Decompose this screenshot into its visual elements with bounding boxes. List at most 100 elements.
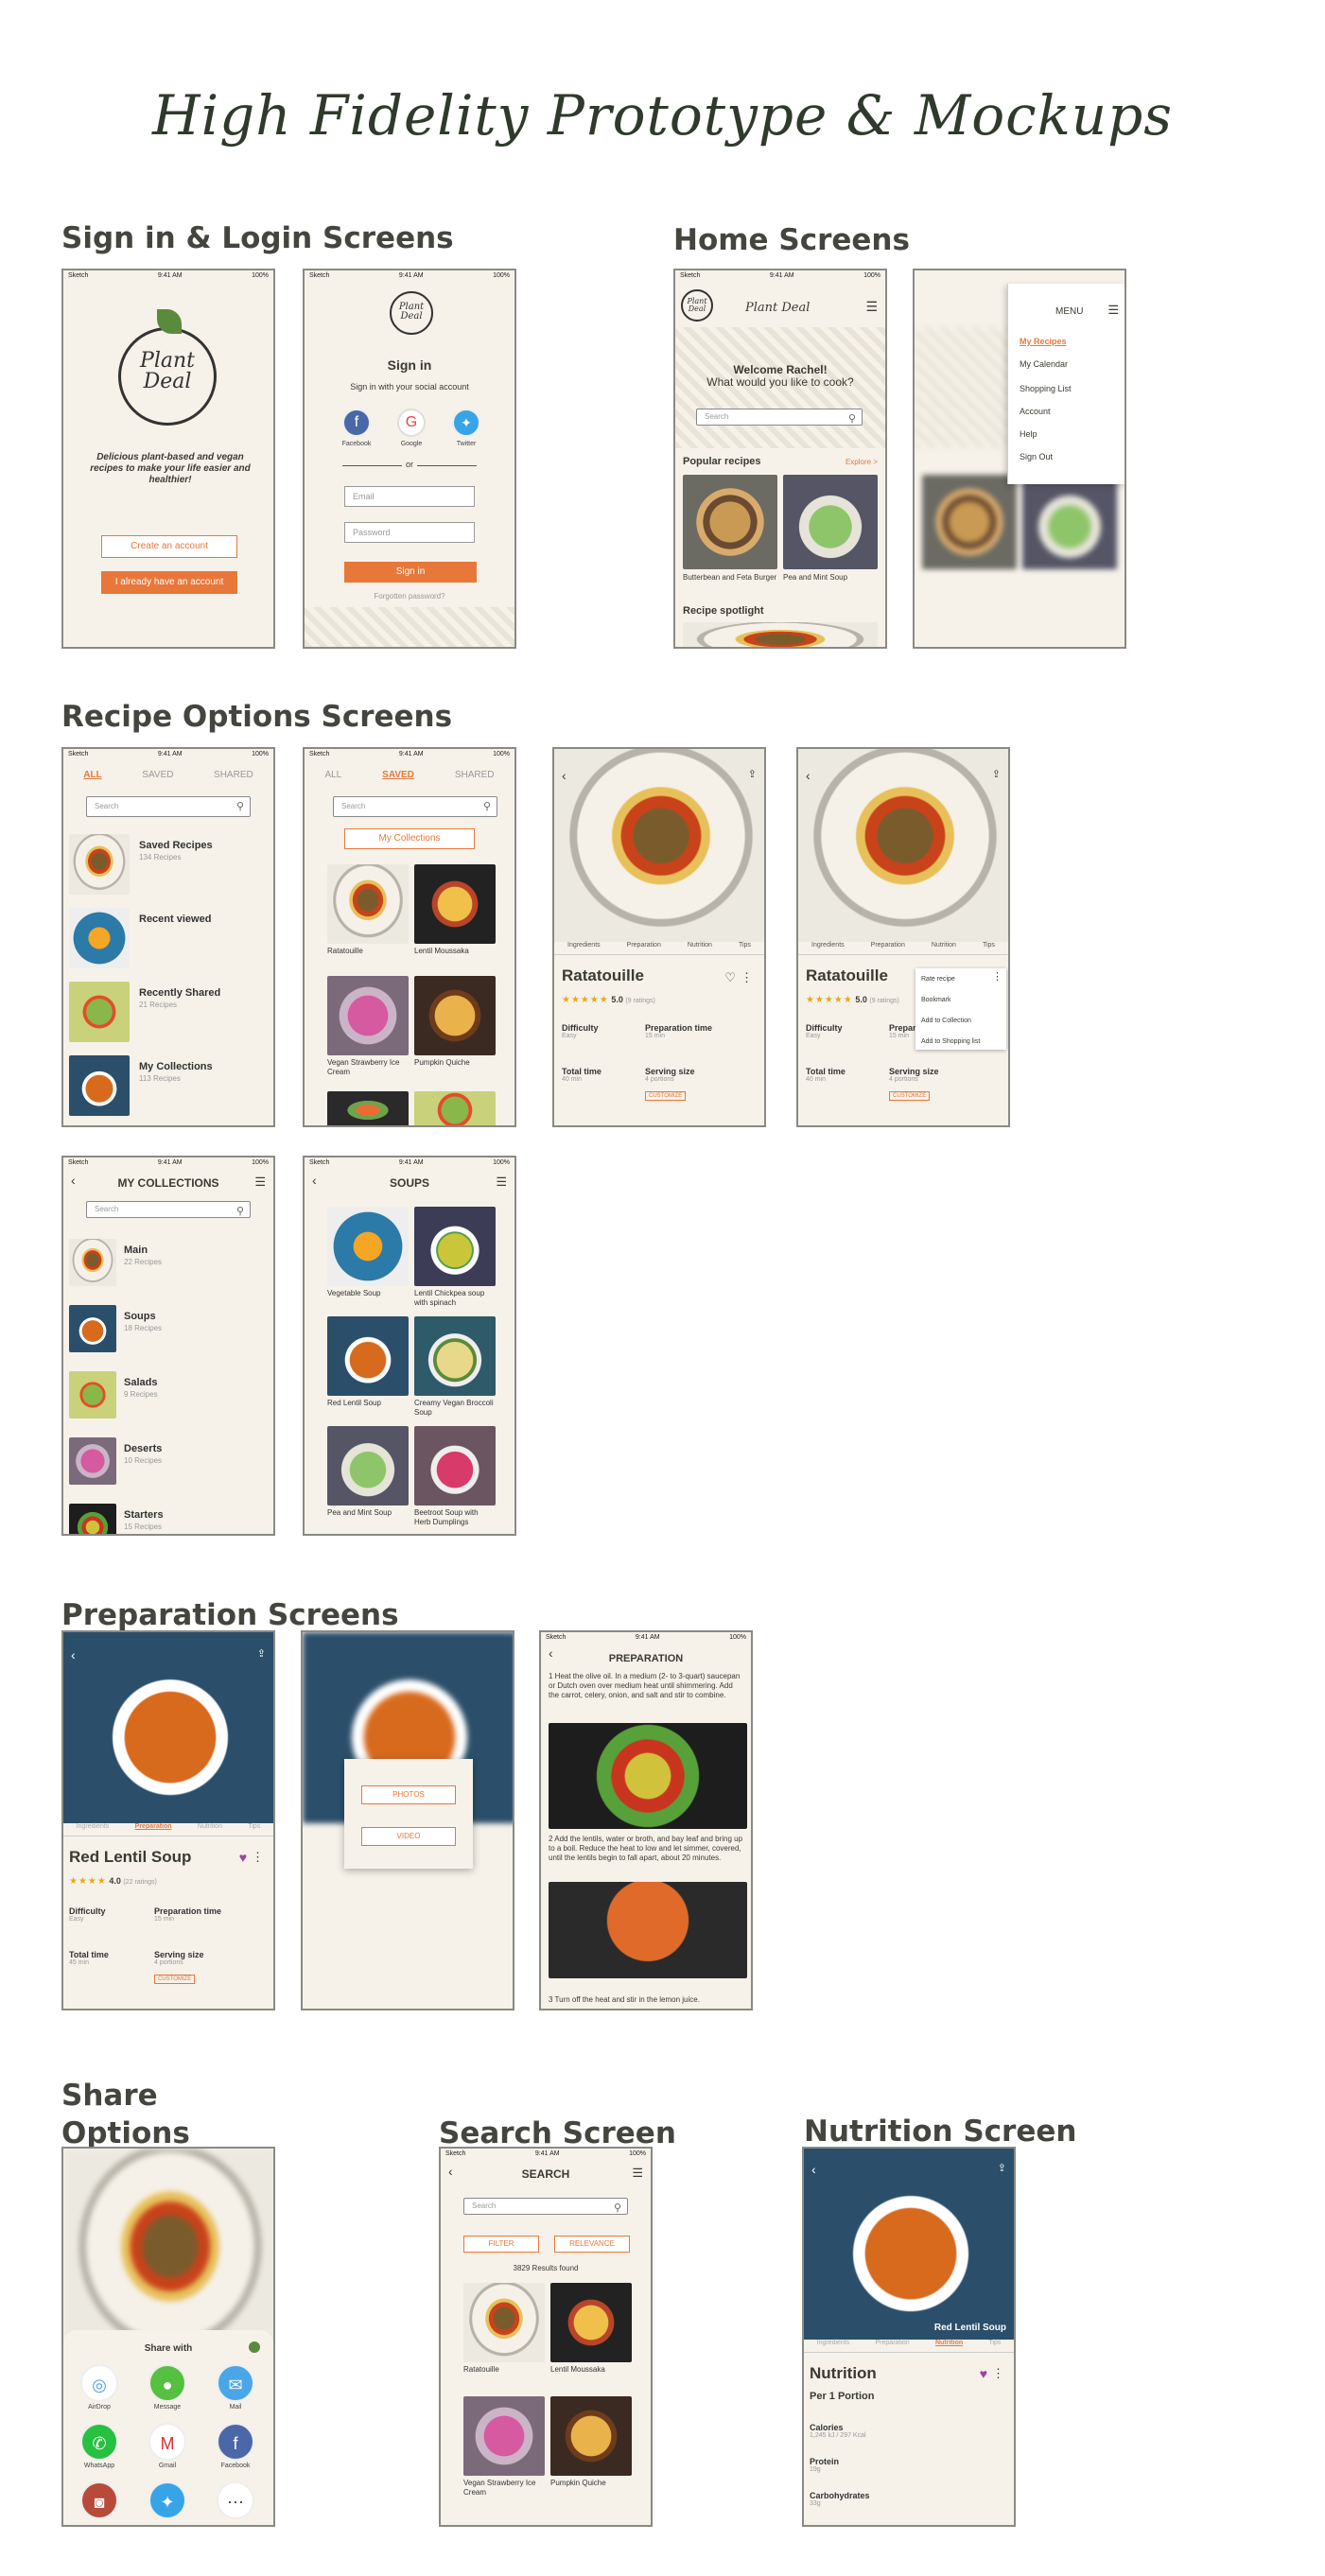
recipe-card[interactable]: Lentil Chickpea soup with spinach bbox=[414, 1207, 496, 1308]
tab-nutrition[interactable]: Nutrition bbox=[198, 1823, 222, 1836]
recipe-card[interactable]: Pea and Mint Soup bbox=[327, 1426, 409, 1518]
recipe-card[interactable]: Red Lentil Soup bbox=[327, 1316, 409, 1408]
more-icon[interactable]: ⋮ bbox=[741, 970, 753, 985]
customize-button[interactable]: CUSTOMIZE bbox=[889, 1091, 931, 1101]
menu-item-account[interactable]: Account bbox=[1020, 407, 1051, 416]
back-icon[interactable]: ‹ bbox=[806, 768, 811, 783]
hamburger-icon[interactable]: ☰ bbox=[254, 1175, 266, 1190]
list-item[interactable]: My Collections 113 Recipes bbox=[69, 1055, 268, 1120]
back-icon[interactable]: ‹ bbox=[71, 1647, 76, 1662]
back-icon[interactable]: ‹ bbox=[562, 768, 567, 783]
back-icon[interactable]: ‹ bbox=[811, 2162, 816, 2177]
tab-all[interactable]: ALL bbox=[83, 770, 101, 780]
tab-tips[interactable]: Tips bbox=[988, 2340, 1001, 2352]
recipe-image[interactable] bbox=[327, 1091, 409, 1125]
list-item[interactable]: Recent viewed bbox=[69, 908, 268, 972]
tab-tips[interactable]: Tips bbox=[248, 1823, 260, 1836]
list-item[interactable]: Recently Shared 21 Recipes bbox=[69, 982, 268, 1046]
customize-button[interactable]: CUSTOMIZE bbox=[645, 1091, 687, 1101]
more-icon[interactable]: ⋮ bbox=[992, 970, 1002, 983]
my-collections-button[interactable]: My Collections bbox=[344, 828, 475, 849]
tab-shared[interactable]: SHARED bbox=[455, 770, 495, 780]
menu-item-shopping[interactable]: Shopping List bbox=[1020, 384, 1072, 393]
share-icon[interactable]: ⇪ bbox=[748, 768, 757, 780]
tab-preparation[interactable]: Preparation bbox=[876, 2340, 910, 2352]
hamburger-icon[interactable]: ☰ bbox=[1107, 303, 1119, 318]
password-field[interactable]: Password bbox=[344, 522, 475, 543]
tab-nutrition[interactable]: Nutrition bbox=[935, 2340, 963, 2352]
menu-add-collection[interactable]: Add to Collection bbox=[921, 1018, 971, 1024]
gmail-icon[interactable]: M bbox=[148, 2423, 186, 2461]
forgot-link[interactable]: Forgotten password? bbox=[305, 592, 514, 600]
search-input[interactable]: Search bbox=[86, 796, 251, 817]
google-icon[interactable]: G bbox=[397, 409, 426, 437]
share-icon[interactable]: ⇪ bbox=[257, 1647, 266, 1660]
hamburger-icon[interactable]: ☰ bbox=[496, 1175, 507, 1190]
tab-preparation[interactable]: Preparation bbox=[871, 942, 905, 954]
hamburger-icon[interactable]: ☰ bbox=[632, 2166, 643, 2181]
tab-all[interactable]: ALL bbox=[324, 770, 341, 780]
search-input[interactable]: Search bbox=[86, 1201, 251, 1218]
recipe-card[interactable]: Ratatouille bbox=[327, 864, 409, 956]
menu-item-signout[interactable]: Sign Out bbox=[1020, 452, 1053, 461]
recipe-card[interactable]: Vegan Strawberry Ice Cream bbox=[327, 976, 409, 1077]
recipe-card[interactable]: Ratatouille bbox=[463, 2283, 545, 2375]
instagram-icon[interactable]: ◙ bbox=[80, 2481, 118, 2519]
tab-saved[interactable]: SAVED bbox=[142, 770, 173, 780]
recipe-card[interactable]: Vegan Strawberry Ice Cream bbox=[463, 2396, 545, 2498]
recipe-image[interactable] bbox=[683, 475, 777, 569]
heart-icon[interactable]: ♥ bbox=[980, 2366, 987, 2381]
recipe-card[interactable]: Beetroot Soup with Herb Dumplings bbox=[414, 1426, 496, 1527]
menu-item-help[interactable]: Help bbox=[1020, 429, 1037, 439]
message-icon[interactable]: ● bbox=[148, 2364, 186, 2402]
email-field[interactable]: Email bbox=[344, 486, 475, 507]
tab-nutrition[interactable]: Nutrition bbox=[688, 942, 712, 954]
twitter-icon[interactable]: ✦ bbox=[148, 2481, 186, 2519]
facebook-icon[interactable]: f bbox=[342, 409, 371, 437]
tab-ingredients[interactable]: Ingredients bbox=[77, 1823, 110, 1836]
list-item[interactable]: Salads 9 Recipes bbox=[69, 1371, 268, 1420]
tab-tips[interactable]: Tips bbox=[739, 942, 751, 954]
more-icon[interactable]: ⋮ bbox=[252, 1850, 264, 1865]
photos-button[interactable]: PHOTOS bbox=[361, 1785, 456, 1804]
filter-button[interactable]: FILTER bbox=[463, 2236, 539, 2253]
create-account-button[interactable]: Create an account bbox=[101, 535, 237, 558]
airdrop-icon[interactable]: ◎ bbox=[80, 2364, 118, 2402]
tab-ingredients[interactable]: Ingredients bbox=[817, 2340, 850, 2352]
recipe-image[interactable] bbox=[783, 475, 878, 569]
facebook-icon[interactable]: f bbox=[217, 2423, 254, 2461]
share-icon[interactable]: ⇪ bbox=[998, 2162, 1006, 2174]
list-item[interactable]: Soups 18 Recipes bbox=[69, 1305, 268, 1354]
tab-ingredients[interactable]: Ingredients bbox=[811, 942, 845, 954]
search-input[interactable]: Search bbox=[463, 2198, 628, 2215]
video-button[interactable]: VIDEO bbox=[361, 1827, 456, 1846]
menu-item-calendar[interactable]: My Calendar bbox=[1020, 359, 1068, 369]
recipe-card[interactable]: Vegetable Soup bbox=[327, 1207, 409, 1298]
menu-rate[interactable]: Rate recipe bbox=[921, 976, 955, 983]
more-icon[interactable]: ⋮ bbox=[992, 2366, 1004, 2381]
signin-button[interactable]: Sign in bbox=[344, 562, 477, 583]
twitter-icon[interactable]: ✦ bbox=[452, 409, 480, 437]
menu-item-my-recipes[interactable]: My Recipes bbox=[1020, 337, 1067, 346]
tab-nutrition[interactable]: Nutrition bbox=[932, 942, 956, 954]
list-item[interactable]: Starters 15 Recipes bbox=[69, 1504, 268, 1534]
list-item[interactable]: Saved Recipes 134 Recipes bbox=[69, 834, 268, 898]
customize-button[interactable]: CUSTOMIZE bbox=[154, 1975, 196, 1984]
hamburger-icon[interactable]: ☰ bbox=[865, 299, 878, 315]
menu-bookmark[interactable]: Bookmark bbox=[921, 997, 951, 1003]
explore-link[interactable]: Explore > bbox=[846, 458, 878, 466]
whatsapp-icon[interactable]: ✆ bbox=[80, 2423, 118, 2461]
tab-shared[interactable]: SHARED bbox=[214, 770, 253, 780]
recipe-card[interactable]: Pumpkin Quiche bbox=[550, 2396, 632, 2488]
search-input[interactable]: Search bbox=[696, 409, 863, 426]
tab-saved[interactable]: SAVED bbox=[382, 770, 414, 780]
search-input[interactable]: Search bbox=[333, 796, 497, 817]
relevance-button[interactable]: RELEVANCE bbox=[554, 2236, 630, 2253]
tab-preparation[interactable]: Preparation bbox=[627, 942, 661, 954]
login-button[interactable]: I already have an account bbox=[101, 571, 237, 594]
menu-add-shopping[interactable]: Add to Shopping list bbox=[921, 1038, 980, 1045]
share-icon[interactable]: ⇪ bbox=[992, 768, 1001, 780]
spotlight-image[interactable] bbox=[683, 622, 878, 647]
heart-icon[interactable]: ♡ bbox=[724, 970, 736, 985]
heart-icon[interactable]: ♥ bbox=[239, 1850, 247, 1865]
